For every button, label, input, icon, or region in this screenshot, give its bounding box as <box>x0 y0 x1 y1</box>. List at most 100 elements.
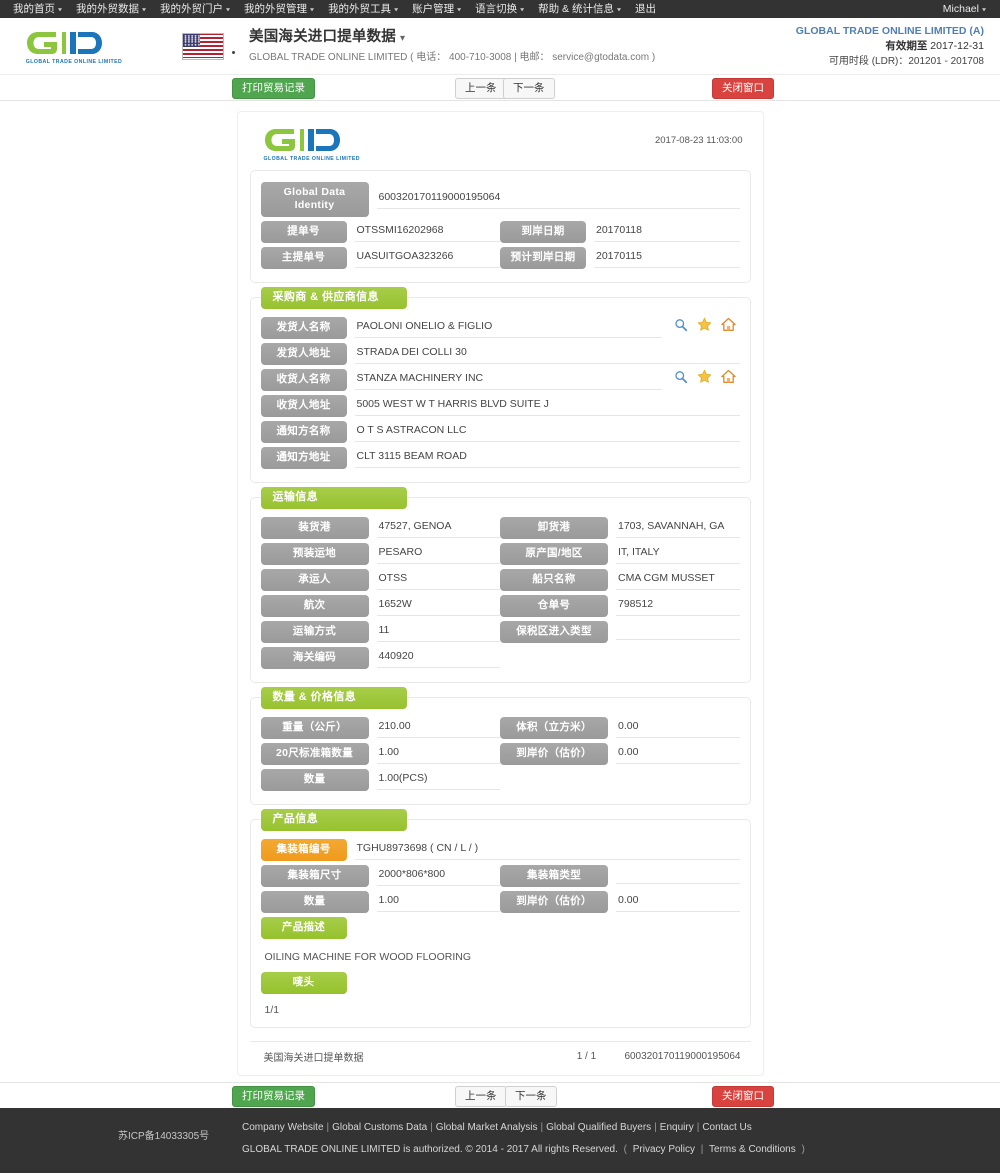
field-row: 承运人 OTSS 船只名称 CMA CGM MUSSET <box>260 569 740 591</box>
field-value: IT, ITALY <box>616 545 740 564</box>
field-value: 0.00 <box>616 893 740 912</box>
footer-link-2[interactable]: Global Market Analysis <box>436 1122 538 1133</box>
field-cell-left: 20尺标准箱数量 1.00 <box>260 743 500 765</box>
global-data-identity-value: 600320170119000195064 <box>376 190 740 209</box>
footer-link-5[interactable]: Contact Us <box>702 1122 751 1133</box>
parties-section-title: 采购商 & 供应商信息 <box>260 287 407 309</box>
nav-item-label: 我的外贸工具 <box>328 2 392 15</box>
title-caret-icon[interactable]: ▾ <box>400 33 405 44</box>
search-icon[interactable] <box>674 318 688 332</box>
page-header: GLOBAL TRADE ONLINE LIMITED ★★★★★★★★★★★★… <box>0 18 1000 75</box>
nav-item-3[interactable]: 我的外贸管理 ▾ <box>237 0 321 19</box>
product-description-value: OILING MACHINE FOR WOOD FLOORING <box>264 951 472 963</box>
product-section-title: 产品信息 <box>260 809 407 831</box>
field-cell-right: 集装箱类型 <box>500 865 740 887</box>
field-label: 运输方式 <box>260 621 369 643</box>
field-row: 数量 1.00 到岸价（估价） 0.00 <box>260 891 740 913</box>
nav-item-7[interactable]: 帮助 & 统计信息 ▾ <box>531 0 628 19</box>
identity-row: Global Data Identity 6003201701190001950… <box>260 182 740 217</box>
search-icon[interactable] <box>674 370 688 384</box>
field-row: 20尺标准箱数量 1.00 到岸价（估价） 0.00 <box>260 743 740 765</box>
footer-link-separator: | <box>654 1122 657 1133</box>
account-data-range: 可用时段 (LDR)：201201 - 201708 <box>828 56 984 67</box>
party-field-value: STRADA DEI COLLI 30 <box>354 345 740 364</box>
chevron-down-icon: ▾ <box>58 5 63 13</box>
field-row: 集装箱尺寸 2000*806*800 集装箱类型 <box>260 865 740 887</box>
footer-copyright-line: GLOBAL TRADE ONLINE LIMITED is authorize… <box>242 1140 1000 1159</box>
bill-number-label: 提单号 <box>260 221 347 243</box>
field-value: 440920 <box>376 649 500 668</box>
field-value: 47527, GENOA <box>376 519 500 538</box>
chevron-down-icon: ▾ <box>226 5 231 13</box>
estimated-arrival-date-value: 20170115 <box>594 249 740 268</box>
star-icon[interactable] <box>697 369 712 384</box>
print-trade-record-button[interactable]: 打印贸易记录 <box>232 78 315 99</box>
footer-link-separator: | <box>696 1122 700 1133</box>
privacy-policy-link[interactable]: Privacy Policy <box>633 1144 695 1155</box>
nav-item-1[interactable]: 我的外贸数据 ▾ <box>69 0 153 19</box>
field-cell-left: 装货港 47527, GENOA <box>260 517 500 539</box>
nav-item-label: 我的外贸门户 <box>160 2 224 15</box>
site-footer: 苏ICP备14033305号 Company Website | Global Cu… <box>0 1108 1000 1173</box>
field-value: 0.00 <box>616 745 740 764</box>
nav-item-8[interactable]: 退出 <box>628 0 663 18</box>
us-flag-icon: ★★★★★★★★★★★★★★★★★★★★★★★★★ <box>182 32 224 60</box>
nav-items-group: 我的首页 ▾ 我的外贸数据 ▾ 我的外贸门户 ▾ 我的外贸管理 ▾ 我的外贸工具 ▾ 账户管理 ▾ 语言… <box>6 0 663 19</box>
field-label: 预装运地 <box>260 543 369 565</box>
field-row: 海关编码 440920 <box>260 647 740 669</box>
field-label: 原产国/地区 <box>500 543 608 565</box>
flag-dropdown-dot[interactable] <box>232 50 235 54</box>
party-field-label: 收货人地址 <box>260 395 347 417</box>
gto-logo[interactable]: GLOBAL TRADE ONLINE LIMITED <box>14 28 134 65</box>
field-value <box>616 625 740 640</box>
field-label: 卸货港 <box>500 517 608 539</box>
footer-link-4[interactable]: Enquiry <box>660 1122 694 1133</box>
party-row: 收货人地址 5005 WEST W T HARRIS BLVD SUITE J <box>260 395 740 417</box>
next-record-button[interactable]: 下一条 <box>503 78 555 99</box>
home-icon[interactable] <box>720 369 736 384</box>
party-field-label: 发货人地址 <box>260 343 347 365</box>
star-icon[interactable] <box>697 317 712 332</box>
field-value: 11 <box>376 623 500 642</box>
nav-item-0[interactable]: 我的首页 ▾ <box>6 0 69 19</box>
master-bill-number-label: 主提单号 <box>260 247 347 269</box>
field-cell-left: 数量 1.00(PCS) <box>260 769 500 791</box>
field-value: 0.00 <box>616 719 740 738</box>
gto-logo-mark <box>27 31 102 54</box>
shipping-marks-label: 唛头 <box>260 972 347 994</box>
parties-panel: 采购商 & 供应商信息 发货人名称 PAOLONI ONELIO & FIGLIO… <box>249 287 751 483</box>
field-cell-left: 重量（公斤） 210.00 <box>260 717 500 739</box>
master-bill-number-value: UASUITGOA323266 <box>354 249 500 268</box>
quantity-rows: 重量（公斤） 210.00 体积（立方米） 0.00 20尺标准箱数量 1.00 到岸价（估… <box>260 717 740 791</box>
party-field-value: STANZA MACHINERY INC <box>354 371 662 390</box>
home-icon[interactable] <box>720 317 736 332</box>
field-label: 装货港 <box>260 517 369 539</box>
document-source: 美国海关进口提单数据 <box>263 1053 364 1064</box>
terms-conditions-link[interactable]: Terms & Conditions <box>709 1144 796 1155</box>
account-company-name: GLOBAL TRADE ONLINE LIMITED (A) <box>795 25 984 37</box>
page-title: 美国海关进口提单数据 ▾ <box>249 28 655 48</box>
previous-record-button[interactable]: 上一条 <box>455 78 507 99</box>
nav-item-4[interactable]: 我的外贸工具 ▾ <box>321 0 405 19</box>
field-value: 2000*806*800 <box>376 867 500 886</box>
field-cell-left: 数量 1.00 <box>260 891 500 913</box>
field-cell-right: 体积（立方米） 0.00 <box>500 717 740 739</box>
transport-rows: 装货港 47527, GENOA 卸货港 1703, SAVANNAH, GA 预装运地… <box>260 517 740 669</box>
party-field-value: PAOLONI ONELIO & FIGLIO <box>354 319 662 338</box>
nav-item-label: 退出 <box>634 3 656 15</box>
footer-link-3[interactable]: Global Qualified Buyers <box>546 1122 651 1133</box>
arrival-date-value: 20170118 <box>594 223 740 242</box>
nav-item-2[interactable]: 我的外贸门户 ▾ <box>153 0 237 19</box>
close-window-button[interactable]: 关闭窗口 <box>712 78 774 99</box>
user-menu[interactable]: Michael ▾ <box>943 3 986 15</box>
nav-item-5[interactable]: 账户管理 ▾ <box>405 0 468 19</box>
nav-item-6[interactable]: 语言切换 ▾ <box>468 0 531 19</box>
field-value <box>616 869 740 884</box>
footer-link-1[interactable]: Global Customs Data <box>332 1122 427 1133</box>
party-cell: 收货人名称 STANZA MACHINERY INC <box>260 369 740 391</box>
field-label: 重量（公斤） <box>260 717 369 739</box>
gto-logo-tagline: GLOBAL TRADE ONLINE LIMITED <box>25 58 123 65</box>
party-cell: 通知方名称 O T S ASTRACON LLC <box>260 421 740 443</box>
product-rows: 集装箱尺寸 2000*806*800 集装箱类型 数量 1.00 到岸价（估价） 0.00 <box>260 865 740 913</box>
footer-link-0[interactable]: Company Website <box>242 1122 324 1133</box>
